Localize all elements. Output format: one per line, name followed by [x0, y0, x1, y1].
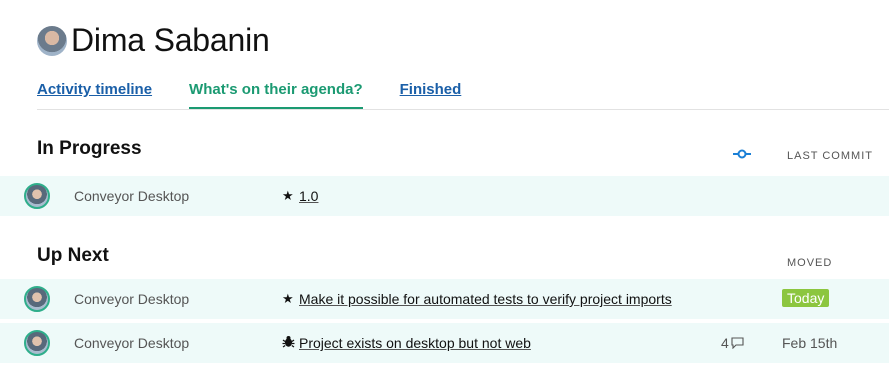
page-title: Dima Sabanin: [71, 22, 270, 58]
in-progress-heading: In Progress: [37, 138, 142, 159]
comment-count[interactable]: 4: [721, 335, 744, 351]
moved-date: Feb 15th: [782, 335, 838, 351]
item-title[interactable]: 1.0: [299, 188, 318, 204]
avatar: [24, 183, 50, 209]
bug-icon: [282, 335, 296, 351]
project-name: Conveyor Desktop: [74, 335, 190, 351]
item-title[interactable]: Project exists on desktop but not web: [299, 335, 531, 351]
comment-count-value: 4: [721, 335, 729, 351]
star-icon: ★: [282, 291, 294, 306]
avatar: [37, 25, 67, 56]
moved-column-header: MOVED: [787, 257, 833, 269]
tab-finished[interactable]: Finished: [400, 78, 462, 109]
up-next-heading: Up Next: [37, 245, 109, 266]
item-link[interactable]: ★ Make it possible for automated tests t…: [282, 291, 672, 307]
item-title[interactable]: Make it possible for automated tests to …: [299, 291, 672, 307]
project-name: Conveyor Desktop: [74, 291, 190, 307]
last-commit-column-header: LAST COMMIT: [787, 150, 873, 162]
tab-bar: Activity timeline What's on their agenda…: [37, 78, 889, 110]
star-icon: ★: [282, 188, 294, 203]
comment-icon: [731, 337, 744, 349]
list-item[interactable]: Conveyor Desktop Project exists on deskt…: [0, 323, 889, 363]
moved-today-badge: Today: [782, 289, 830, 307]
list-item[interactable]: Conveyor Desktop ★ 1.0: [0, 176, 889, 216]
profile-header: Dima Sabanin: [37, 22, 270, 59]
commit-icon: [733, 149, 751, 159]
avatar: [24, 286, 50, 312]
avatar: [24, 330, 50, 356]
project-name: Conveyor Desktop: [74, 188, 190, 204]
item-link[interactable]: Project exists on desktop but not web: [282, 335, 531, 351]
list-item[interactable]: Conveyor Desktop ★ Make it possible for …: [0, 279, 889, 319]
tab-activity-timeline[interactable]: Activity timeline: [37, 78, 152, 109]
tab-agenda[interactable]: What's on their agenda?: [189, 78, 363, 109]
item-link[interactable]: ★ 1.0: [282, 188, 318, 204]
